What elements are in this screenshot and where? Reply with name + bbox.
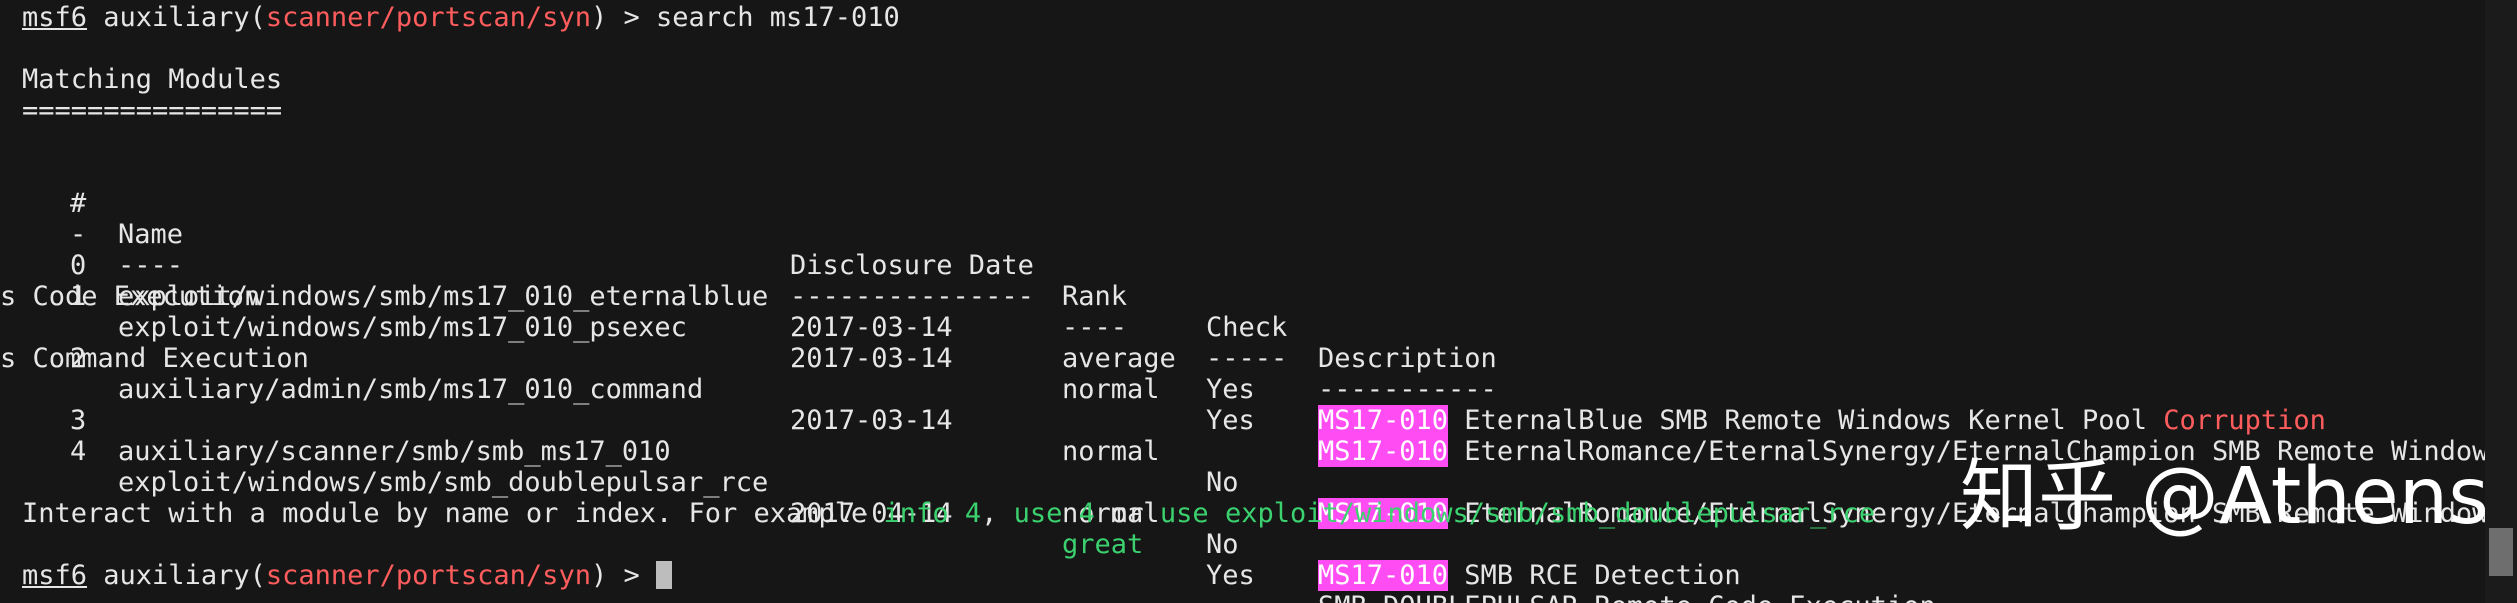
scrollbar[interactable] bbox=[2485, 0, 2517, 603]
section-title-underline: ================ bbox=[22, 95, 283, 126]
hint-line: Interact with a module by name or index.… bbox=[22, 498, 1875, 529]
table-row: 4 exploit/windows/smb/smb_doublepulsar_r… bbox=[22, 405, 2472, 603]
prompt-module-type: auxiliary( bbox=[87, 560, 266, 591]
prompt-suffix: ) > bbox=[590, 560, 656, 591]
row-rank: normal bbox=[1062, 436, 1160, 467]
row-description-wrap: s Code Execution bbox=[0, 281, 261, 312]
table-row: 2 auxiliary/admin/smb/ms17_010_command 2… bbox=[22, 312, 2488, 529]
row-module-name: auxiliary/scanner/smb/smb_ms17_010 bbox=[118, 436, 671, 467]
table-separator-row: - ---- --------------- ---- ----- ------… bbox=[22, 188, 2472, 405]
row-description-wrap: s Command Execution bbox=[0, 343, 309, 374]
hint-command-use-name: use exploit/windows/smb/smb_doublepulsar… bbox=[1159, 498, 1876, 529]
hint-text: Interact with a module by name or index.… bbox=[22, 498, 884, 529]
text-cursor[interactable] bbox=[655, 561, 672, 589]
prompt-line-active[interactable]: msf6 auxiliary(scanner/portscan/syn) > bbox=[22, 560, 672, 591]
row-module-name: exploit/windows/smb/smb_doublepulsar_rce bbox=[118, 467, 769, 498]
table-header-row: # Name Disclosure Date Rank Check Descri… bbox=[22, 157, 2472, 374]
prompt-suffix: ) > bbox=[590, 2, 656, 33]
scrollbar-thumb[interactable] bbox=[2489, 528, 2513, 576]
row-description: MS17-010 SMB RCE Detection bbox=[1318, 560, 1741, 591]
separator-check: ----- bbox=[1206, 343, 1288, 374]
row-check: No bbox=[1206, 467, 1239, 498]
prompt-line-command: msf6 auxiliary(scanner/portscan/syn) > s… bbox=[22, 2, 900, 33]
prompt-module-path: scanner/portscan/syn bbox=[265, 2, 591, 33]
search-highlight: MS17-010 bbox=[1318, 560, 1449, 591]
search-highlight: MS17-010 bbox=[1318, 436, 1449, 467]
row-rank: average bbox=[1062, 343, 1176, 374]
table-row: 0 exploit/windows/smb/ms17_010_eternalbl… bbox=[22, 219, 2472, 436]
table-row: 3 auxiliary/scanner/smb/smb_ms17_010 nor… bbox=[22, 374, 2472, 591]
table-row: 1 exploit/windows/smb/ms17_010_psexec 20… bbox=[22, 250, 2488, 467]
row-num: 4 bbox=[70, 436, 87, 467]
row-rank: great bbox=[1062, 529, 1144, 560]
prompt-prefix: msf6 bbox=[22, 560, 88, 591]
hint-separator: , bbox=[981, 498, 1014, 529]
watermark: 知乎 @Athens bbox=[1960, 452, 2489, 542]
row-check: Yes bbox=[1206, 560, 1255, 591]
hint-command-info: info 4 bbox=[883, 498, 982, 529]
separator-date: --------------- bbox=[790, 281, 1034, 312]
section-title: Matching Modules bbox=[22, 64, 283, 95]
prompt-module-path: scanner/portscan/syn bbox=[265, 560, 591, 591]
command-text: search ms17-010 bbox=[655, 2, 900, 33]
header-rank: Rank bbox=[1062, 281, 1128, 312]
hint-command-use-index: use 4 bbox=[1013, 498, 1095, 529]
row-description-text: SMB RCE Detection bbox=[1448, 560, 1741, 591]
hint-separator: or bbox=[1094, 498, 1160, 529]
row-description: SMB DOUBLEPULSAR Remote Code Execution bbox=[1318, 591, 1936, 603]
prompt-prefix: msf6 bbox=[22, 2, 88, 33]
row-check: No bbox=[1206, 529, 1239, 560]
header-description: Description bbox=[1318, 343, 1497, 374]
terminal-window[interactable]: msf6 auxiliary(scanner/portscan/syn) > s… bbox=[0, 0, 2517, 603]
row-date: 2017-03-14 bbox=[790, 343, 953, 374]
prompt-module-type: auxiliary( bbox=[87, 2, 266, 33]
